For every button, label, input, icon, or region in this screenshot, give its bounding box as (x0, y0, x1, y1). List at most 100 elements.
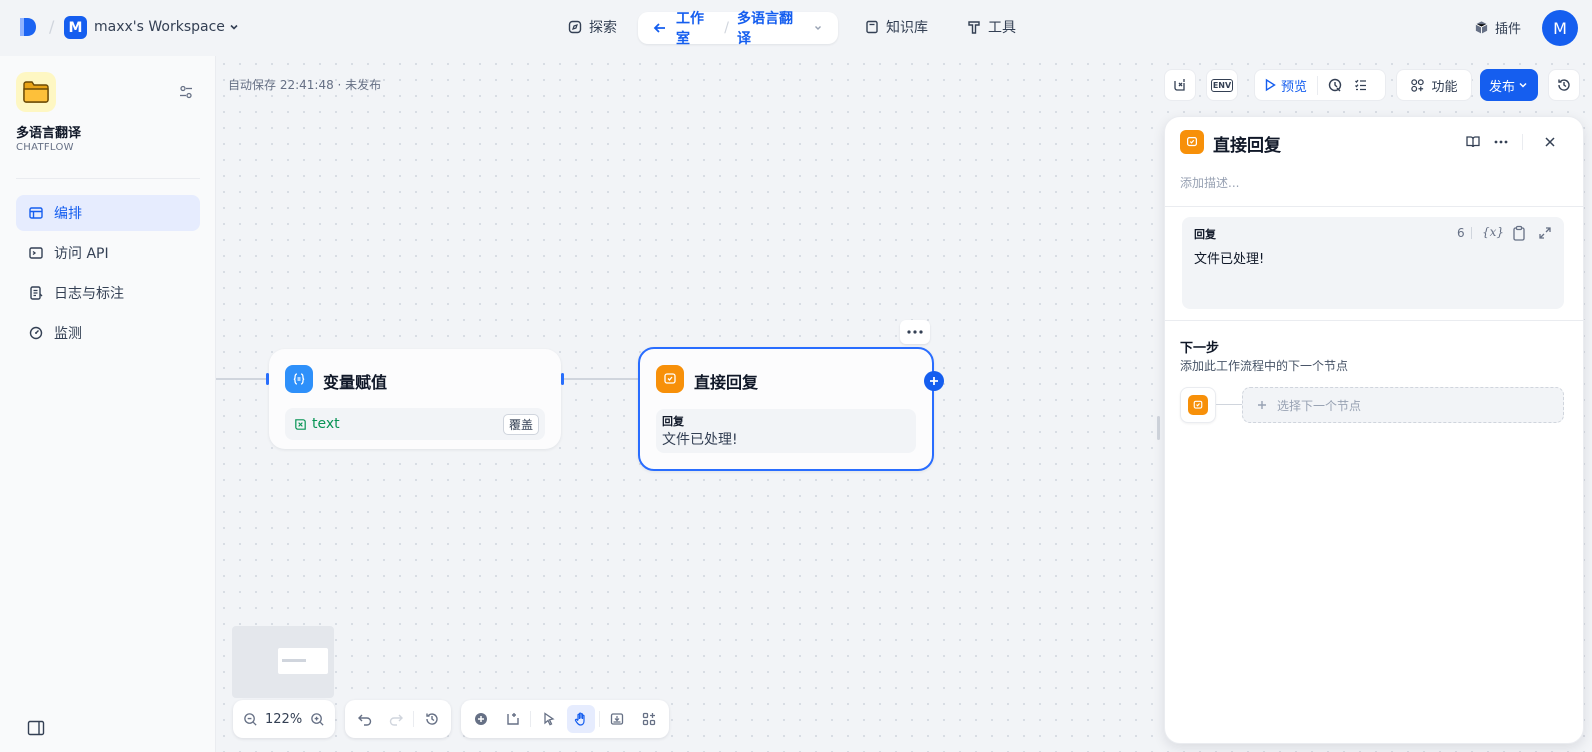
nav-app-label[interactable]: 多语言翻译 (737, 8, 804, 48)
description-input[interactable]: 添加描述... (1180, 174, 1239, 191)
features-button[interactable]: 功能 (1396, 69, 1472, 101)
next-step-description: 添加此工作流程中的下一个节点 (1180, 359, 1349, 373)
chevron-down-icon (227, 20, 241, 34)
env-icon: ENV (1210, 78, 1234, 92)
node-answer[interactable]: 直接回复 回复 文件已处理! (638, 347, 934, 471)
zoom-level[interactable]: 122% (265, 712, 302, 727)
settings-sliders-icon[interactable] (178, 84, 194, 100)
variable-icon (293, 417, 308, 432)
pointer-mode-button[interactable] (535, 705, 563, 733)
answer-icon (656, 365, 684, 393)
history-icon (1556, 77, 1572, 93)
arrow-left-icon[interactable] (652, 20, 668, 36)
undo-button[interactable] (351, 705, 378, 733)
zoom-controls: 122% (233, 700, 335, 738)
run-history-button[interactable] (1322, 71, 1348, 99)
workspace-switcher[interactable]: maxx's Workspace (94, 19, 241, 35)
nav-studio-breadcrumb[interactable]: 工作室 / 多语言翻译 (638, 11, 838, 47)
compass-icon (567, 19, 583, 35)
hammer-icon (966, 19, 982, 35)
plugins-label: 插件 (1495, 22, 1522, 37)
more-dots-icon[interactable] (1494, 140, 1508, 144)
node-more-button[interactable] (900, 320, 930, 344)
sidebar-item-orchestrate[interactable]: 编排 (16, 195, 200, 231)
nav-explore[interactable]: 探索 (567, 17, 617, 37)
chevron-down-icon[interactable] (812, 22, 824, 34)
reply-label: 回复 (1194, 228, 1216, 241)
preview-button[interactable]: 预览 (1263, 75, 1319, 95)
user-avatar[interactable]: M (1542, 10, 1578, 46)
node-variable-assigner[interactable]: 变量赋值 text 覆盖 (269, 349, 561, 449)
book-icon (864, 19, 880, 35)
add-note-button[interactable] (499, 705, 527, 733)
expand-icon[interactable] (1538, 226, 1552, 240)
close-icon[interactable] (1543, 135, 1557, 149)
sidebar-item-monitor[interactable]: 监测 (16, 315, 200, 351)
app-type: CHATFLOW (16, 142, 74, 153)
nav-studio-label[interactable]: 工作室 (676, 8, 716, 48)
dify-logo-icon[interactable] (18, 16, 38, 38)
header-separator (1522, 134, 1523, 150)
reply-text[interactable]: 文件已处理! (1194, 248, 1264, 267)
history-controls (345, 700, 451, 738)
node-handle-out[interactable] (561, 373, 564, 385)
apps-icon (1410, 78, 1425, 93)
checklist-button[interactable] (1164, 69, 1196, 101)
minimap[interactable] (232, 626, 334, 698)
assign-mode-badge: 覆盖 (502, 413, 539, 435)
reply-editor[interactable]: 回复 6 {x} 文件已处理! (1182, 217, 1564, 309)
checklist-run-button[interactable] (1348, 71, 1374, 99)
sidebar-item-api[interactable]: 访问 API (16, 235, 200, 271)
collapse-sidebar-icon[interactable] (27, 720, 45, 736)
workspace-name: maxx's Workspace (94, 19, 225, 35)
run-controls: 预览 (1254, 69, 1386, 101)
env-variables-button[interactable]: ENV (1206, 69, 1238, 101)
hand-mode-button[interactable] (567, 705, 595, 733)
version-history-button[interactable] (418, 705, 445, 733)
cube-icon (1474, 20, 1489, 35)
panel-divider (1165, 206, 1585, 207)
sidebar-item-label: 编排 (54, 206, 82, 222)
next-step-title: 下一步 (1180, 341, 1220, 356)
zoom-out-button[interactable] (239, 705, 261, 733)
add-node-button[interactable] (467, 705, 495, 733)
zoom-in-button[interactable] (306, 705, 328, 733)
toolbar-separator (413, 711, 414, 727)
node-title: 直接回复 (694, 373, 759, 392)
publish-button[interactable]: 发布 (1480, 69, 1538, 101)
sidebar-item-logs[interactable]: 日志与标注 (16, 275, 200, 311)
redo-button[interactable] (382, 705, 409, 733)
answer-icon (1188, 395, 1208, 415)
panel-title[interactable]: 直接回复 (1213, 131, 1281, 156)
select-next-node-button[interactable]: 选择下一个节点 (1242, 387, 1564, 423)
node-config-panel: 直接回复 添加描述... 回复 6 {x} 文件已处理! 下一步 添加此工作流程… (1164, 116, 1585, 744)
folder-icon (22, 80, 50, 104)
answer-content: 文件已处理! (662, 432, 738, 448)
copy-icon[interactable] (1512, 225, 1526, 241)
organize-nodes-button[interactable] (635, 705, 663, 733)
edge (216, 378, 266, 380)
nav-tools[interactable]: 工具 (966, 17, 1016, 37)
editor-separator (1471, 227, 1472, 239)
play-icon (1263, 78, 1277, 92)
variable-assign-icon (285, 365, 313, 393)
nav-knowledge[interactable]: 知识库 (864, 17, 928, 37)
workspace-avatar[interactable]: M (64, 16, 87, 39)
autosave-status: 自动保存 22:41:48 · 未发布 (228, 78, 382, 92)
panel-divider (1165, 320, 1585, 321)
nav-explore-label: 探索 (589, 20, 617, 36)
insert-variable-button[interactable]: {x} (1482, 225, 1504, 239)
plugins-button[interactable]: 插件 (1474, 18, 1521, 37)
minimap-node (282, 659, 306, 662)
add-next-node-button[interactable] (924, 371, 944, 391)
gauge-icon (28, 325, 44, 341)
export-image-button[interactable] (604, 705, 632, 733)
assigned-variable-row: text 覆盖 (285, 408, 545, 440)
panel-resize-handle[interactable] (1157, 416, 1160, 440)
version-history-top-button[interactable] (1548, 69, 1580, 101)
terminal-icon (28, 245, 44, 261)
edge (564, 378, 638, 380)
variable-name: text (312, 416, 340, 432)
breadcrumb-slash: / (724, 20, 729, 36)
help-book-icon[interactable] (1465, 134, 1481, 150)
